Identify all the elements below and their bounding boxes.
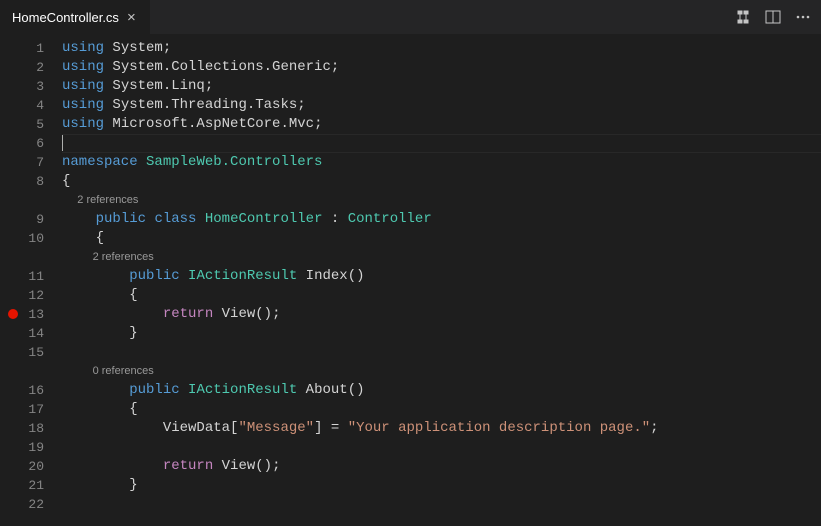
code-line: using System.Linq; [62, 77, 821, 96]
code-line: public IActionResult About() [62, 381, 821, 400]
codelens-gutter [0, 191, 62, 210]
line-number: 2 [0, 58, 62, 77]
code-line [62, 134, 821, 153]
text-caret [62, 134, 63, 151]
tab-homecontroller[interactable]: HomeController.cs × [0, 0, 151, 34]
code-line: public class HomeController : Controller [62, 210, 821, 229]
code-line: ViewData["Message"] = "Your application … [62, 419, 821, 438]
line-number: 8 [0, 172, 62, 191]
compare-icon[interactable] [735, 9, 751, 25]
line-number: 10 [0, 229, 62, 248]
editor-actions [735, 0, 821, 34]
codelens-gutter [0, 362, 62, 381]
code-line: using System; [62, 39, 821, 58]
code-line: using System.Threading.Tasks; [62, 96, 821, 115]
breakpoint-icon[interactable] [8, 309, 18, 319]
line-number: 16 [0, 381, 62, 400]
code-content[interactable]: using System; using System.Collections.G… [62, 35, 821, 526]
line-number: 6 [0, 134, 62, 153]
more-icon[interactable] [795, 9, 811, 25]
line-number: 19 [0, 438, 62, 457]
line-number: 15 [0, 343, 62, 362]
line-number: 9 [0, 210, 62, 229]
line-number-gutter: 1 2 3 4 5 6 7 8 9 10 11 12 13 14 15 16 1… [0, 35, 62, 526]
line-number: 5 [0, 115, 62, 134]
codelens-references[interactable]: 2 references [62, 191, 821, 210]
code-line: using Microsoft.AspNetCore.Mvc; [62, 115, 821, 134]
line-number: 22 [0, 495, 62, 514]
code-line: return View(); [62, 457, 821, 476]
editor-area[interactable]: 1 2 3 4 5 6 7 8 9 10 11 12 13 14 15 16 1… [0, 35, 821, 526]
split-editor-icon[interactable] [765, 9, 781, 25]
code-line: { [62, 229, 821, 248]
line-number: 4 [0, 96, 62, 115]
line-number: 21 [0, 476, 62, 495]
codelens-references[interactable]: 0 references [62, 362, 821, 381]
code-line [62, 343, 821, 362]
close-icon[interactable]: × [125, 8, 138, 27]
code-line: using System.Collections.Generic; [62, 58, 821, 77]
line-number: 14 [0, 324, 62, 343]
line-number: 20 [0, 457, 62, 476]
code-line: public IActionResult Index() [62, 267, 821, 286]
line-number: 17 [0, 400, 62, 419]
line-number: 1 [0, 39, 62, 58]
code-line: { [62, 172, 821, 191]
line-number: 3 [0, 77, 62, 96]
code-line: namespace SampleWeb.Controllers [62, 153, 821, 172]
tab-title: HomeController.cs [12, 10, 119, 25]
line-number: 12 [0, 286, 62, 305]
code-line: { [62, 400, 821, 419]
code-line: { [62, 286, 821, 305]
tab-bar: HomeController.cs × [0, 0, 821, 35]
line-number: 11 [0, 267, 62, 286]
line-number: 7 [0, 153, 62, 172]
code-line [62, 438, 821, 457]
line-number: 18 [0, 419, 62, 438]
code-line [62, 495, 821, 514]
code-line: } [62, 324, 821, 343]
codelens-references[interactable]: 2 references [62, 248, 821, 267]
codelens-gutter [0, 248, 62, 267]
code-line: return View(); [62, 305, 821, 324]
code-line: } [62, 476, 821, 495]
